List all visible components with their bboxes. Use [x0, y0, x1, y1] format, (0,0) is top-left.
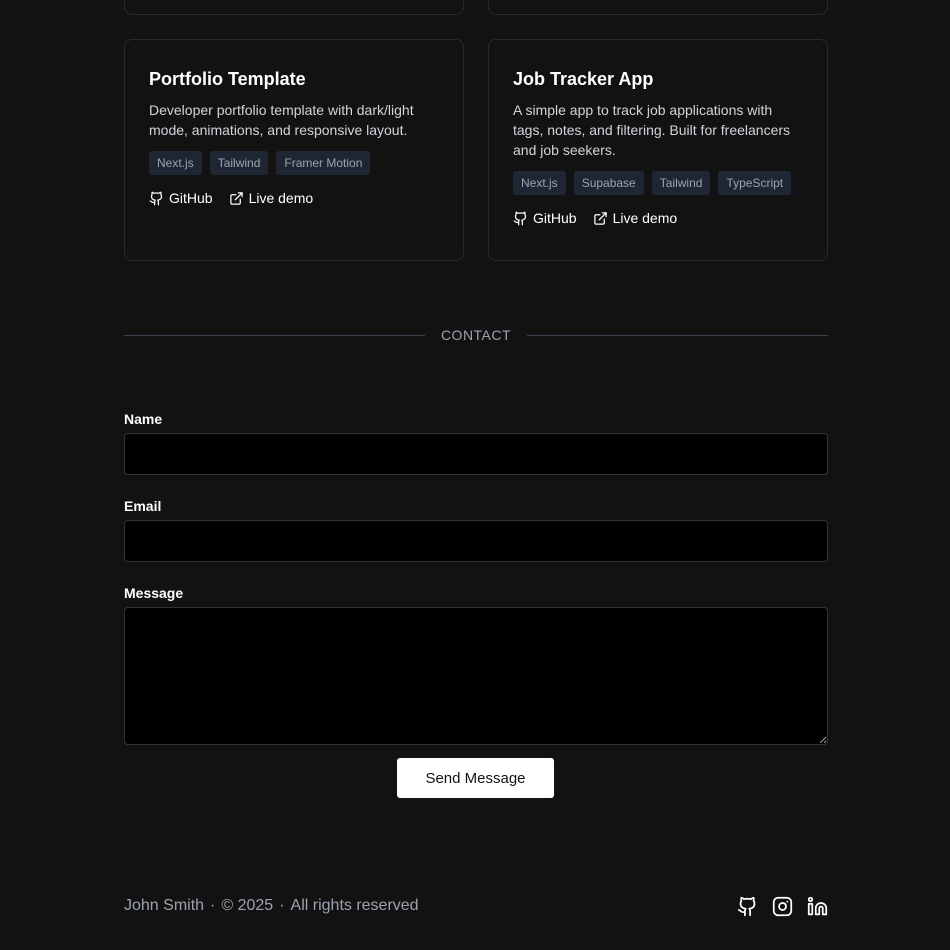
live-demo-label: Live demo — [612, 210, 678, 226]
divider-line — [124, 334, 425, 336]
project-title: Portfolio Template — [149, 69, 306, 89]
project-card: Portfolio Template Developer portfolio t… — [124, 39, 464, 261]
send-message-button[interactable]: Send Message — [397, 758, 554, 798]
github-social-link[interactable] — [737, 896, 758, 917]
contact-form: Name Email Message — [124, 410, 828, 745]
section-heading: CONTACT — [440, 327, 512, 343]
github-link[interactable]: GitHub — [149, 190, 213, 206]
tag: Framer Motion — [276, 151, 371, 175]
live-demo-label: Live demo — [248, 190, 314, 206]
tag: Next.js — [513, 171, 566, 195]
social-links — [737, 896, 828, 917]
linkedin-icon — [807, 896, 828, 915]
instagram-icon — [772, 896, 793, 916]
tag: Tailwind — [651, 171, 711, 195]
github-icon — [513, 211, 527, 225]
external-link-icon — [593, 211, 607, 225]
email-label: Email — [124, 498, 162, 514]
project-links: GitHub Live demo — [513, 210, 803, 226]
github-link[interactable]: GitHub — [513, 210, 577, 226]
message-label: Message — [124, 585, 184, 601]
message-field[interactable] — [124, 607, 828, 745]
footer: John Smith · © 2025 · All rights reserve… — [124, 893, 828, 919]
project-title: Job Tracker App — [513, 69, 654, 89]
tag: Supabase — [573, 171, 644, 195]
email-field[interactable] — [124, 520, 828, 562]
divider-line — [527, 334, 828, 336]
footer-name: John Smith — [124, 897, 205, 914]
footer-copyright: John Smith · © 2025 · All rights reserve… — [124, 897, 419, 915]
footer-separator: · — [279, 897, 285, 914]
github-link-label: GitHub — [169, 190, 213, 206]
tag: TypeScript — [718, 171, 792, 195]
github-link-label: GitHub — [533, 210, 577, 226]
external-link-icon — [229, 191, 243, 205]
page: Portfolio Template Developer portfolio t… — [0, 0, 950, 950]
footer-rights: All rights reserved — [290, 897, 419, 914]
live-demo-link[interactable]: Live demo — [593, 210, 678, 226]
tag-list: Next.js Tailwind Framer Motion — [149, 151, 439, 175]
linkedin-social-link[interactable] — [807, 896, 828, 917]
project-description: A simple app to track job applications w… — [513, 102, 791, 158]
name-field[interactable] — [124, 433, 828, 475]
project-card-previous — [488, 0, 828, 15]
name-label: Name — [124, 411, 163, 427]
tag: Next.js — [149, 151, 202, 175]
github-icon — [737, 896, 756, 916]
project-description: Developer portfolio template with dark/l… — [149, 102, 414, 138]
footer-separator: · — [210, 897, 216, 914]
tag-list: Next.js Supabase Tailwind TypeScript — [513, 171, 803, 195]
tag: Tailwind — [209, 151, 269, 175]
live-demo-link[interactable]: Live demo — [229, 190, 314, 206]
project-card-previous — [124, 0, 464, 15]
project-card: Job Tracker App A simple app to track jo… — [488, 39, 828, 261]
github-icon — [149, 191, 163, 205]
footer-year: © 2025 — [221, 897, 274, 914]
project-links: GitHub Live demo — [149, 190, 439, 206]
section-divider: CONTACT — [124, 325, 828, 345]
instagram-social-link[interactable] — [772, 896, 793, 917]
